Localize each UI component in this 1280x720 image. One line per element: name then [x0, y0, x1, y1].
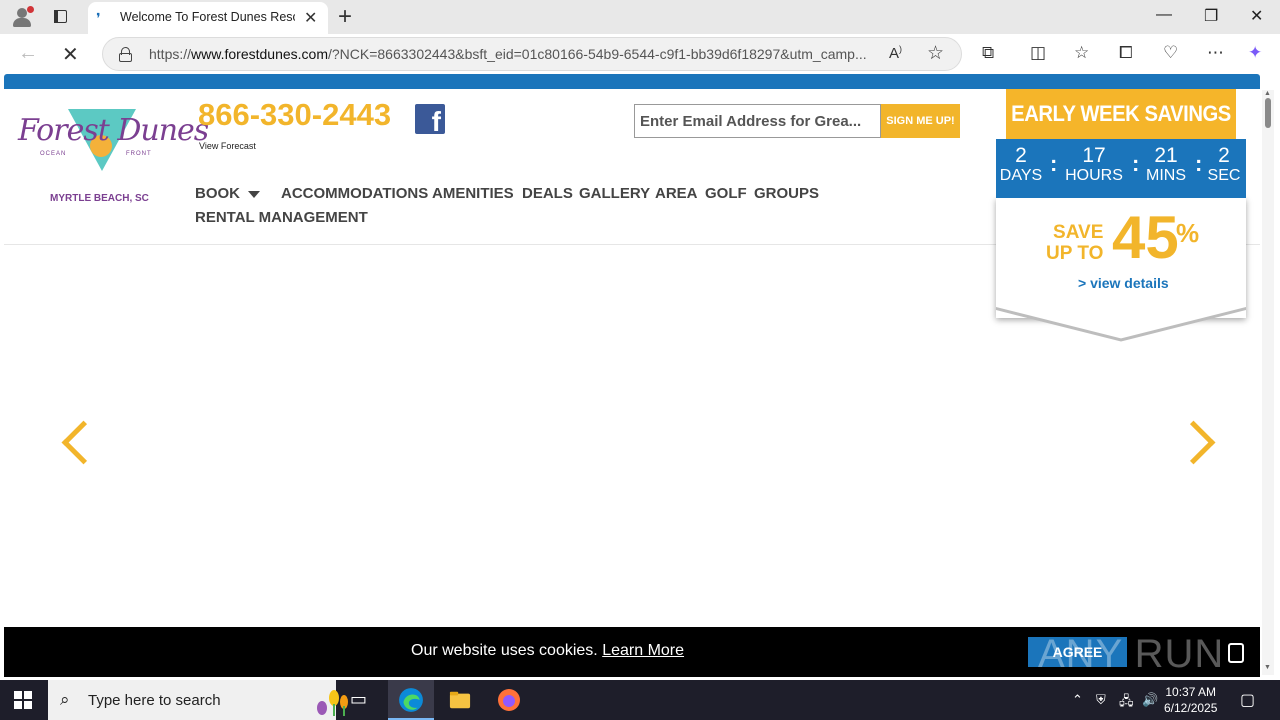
countdown-mins: 21 MINS: [1146, 144, 1186, 185]
restore-icon[interactable]: ❐: [1204, 6, 1218, 26]
logo-city-text: MYRTLE BEACH, SC: [50, 193, 149, 204]
learn-more-link[interactable]: Learn More: [602, 642, 684, 659]
scroll-down-icon[interactable]: ▼: [1264, 664, 1271, 671]
cookie-message: Our website uses cookies. Learn More: [411, 642, 685, 659]
tab-title: Welcome To Forest Dunes Resort: [120, 10, 295, 24]
nav-accommodations[interactable]: ACCOMMODATIONS: [281, 185, 428, 202]
site-favicon-icon: ❜: [96, 10, 101, 26]
show-hidden-icons-icon[interactable]: ⌃: [1072, 692, 1083, 708]
close-window-icon[interactable]: ✕: [1250, 6, 1263, 26]
browser-titlebar: ❜ Welcome To Forest Dunes Resort ✕ + — ❐…: [0, 0, 1280, 34]
nav-golf[interactable]: GOLF: [705, 185, 747, 202]
favorite-star-icon[interactable]: ☆: [927, 42, 944, 65]
windows-start-icon[interactable]: [14, 691, 32, 709]
facebook-icon[interactable]: f: [415, 104, 445, 137]
scroll-up-icon[interactable]: ▲: [1264, 90, 1271, 97]
browser-tab[interactable]: ❜ Welcome To Forest Dunes Resort ✕: [88, 2, 328, 34]
favorites-icon[interactable]: ☆: [1074, 43, 1089, 63]
edge-taskbar-button[interactable]: [388, 680, 434, 720]
trash-icon[interactable]: [1228, 643, 1244, 663]
countdown-days: 2 DAYS: [999, 144, 1043, 185]
logo-ocean-text: OCEAN: [40, 151, 67, 157]
carousel-next-icon[interactable]: [1186, 419, 1210, 461]
countdown-timer: 2 DAYS : 17 HOURS : 21 MINS : 2 SEC: [996, 139, 1246, 198]
browser-toolbar: ← ✕ https://www.forestdunes.com/?NCK=866…: [0, 34, 1280, 74]
nav-rental-management[interactable]: RENTAL MANAGEMENT: [195, 209, 368, 226]
nav-groups[interactable]: GROUPS: [754, 185, 819, 202]
tulip-decoration-icon: [317, 690, 348, 716]
read-aloud-icon[interactable]: A): [889, 44, 902, 62]
network-icon[interactable]: 🖧: [1119, 692, 1134, 714]
carousel-prev-icon[interactable]: [62, 419, 86, 461]
split-screen-icon[interactable]: ◫: [1030, 43, 1046, 63]
minimize-icon[interactable]: —: [1156, 6, 1172, 24]
phone-number[interactable]: 866-330-2443: [198, 97, 391, 133]
logo-front-text: FRONT: [126, 151, 152, 157]
back-icon[interactable]: ←: [18, 42, 38, 65]
address-bar[interactable]: https://www.forestdunes.com/?NCK=8663302…: [102, 37, 962, 71]
savings-heading: EARLY WEEK SAVINGS: [1006, 89, 1236, 139]
logo-script-text: Forest Dunes: [18, 113, 209, 148]
new-tab-icon[interactable]: +: [338, 3, 352, 31]
close-tab-icon[interactable]: ✕: [304, 8, 317, 28]
chevron-down-icon: [248, 190, 260, 198]
url-text[interactable]: https://www.forestdunes.com/?NCK=8663302…: [149, 46, 879, 62]
cookie-banner: Our website uses cookies. Learn More AGR…: [4, 627, 1260, 677]
security-tray-icon[interactable]: ⛨: [1096, 692, 1106, 708]
lock-icon[interactable]: [119, 47, 132, 62]
email-signup-input[interactable]: Enter Email Address for Grea...: [634, 104, 881, 138]
scroll-thumb[interactable]: [1265, 98, 1271, 128]
anyrun-watermark: ANY RUN: [1038, 632, 1225, 676]
discount-percent: 45: [1112, 204, 1179, 271]
collections-icon[interactable]: ⧠: [1119, 43, 1133, 63]
page-scrollbar[interactable]: ▲ ▼: [1262, 90, 1274, 675]
top-stripe: [4, 74, 1260, 89]
volume-icon[interactable]: 🔊: [1142, 692, 1158, 708]
taskbar-search-placeholder: Type here to search: [88, 692, 221, 709]
profile-icon[interactable]: [10, 5, 34, 29]
notifications-icon[interactable]: ▢: [1240, 690, 1255, 710]
countdown-hours: 17 HOURS: [1065, 144, 1123, 185]
more-options-icon[interactable]: ⋯: [1207, 43, 1224, 63]
browser-essentials-icon[interactable]: ♡: [1163, 43, 1178, 63]
nav-book[interactable]: BOOK: [195, 185, 260, 202]
file-explorer-icon[interactable]: [448, 689, 472, 711]
site-logo[interactable]: Forest Dunes OCEAN FRONT MYRTLE BEACH, S…: [18, 107, 209, 204]
firefox-icon[interactable]: [497, 688, 521, 712]
early-week-savings-widget[interactable]: EARLY WEEK SAVINGS 2 DAYS : 17 HOURS : 21 M…: [992, 89, 1246, 349]
countdown-sec: 2 SEC: [1207, 144, 1241, 185]
savings-offer: SAVE UP TO 45 % > view details: [996, 198, 1246, 328]
view-forecast-link[interactable]: View Forecast: [199, 141, 256, 151]
search-icon: ⌕: [60, 690, 70, 709]
stop-loading-icon[interactable]: ✕: [62, 42, 79, 67]
system-clock[interactable]: 10:37 AM 6/12/2025: [1164, 684, 1217, 716]
taskbar-search[interactable]: ⌕ Type here to search: [48, 680, 348, 720]
extensions-icon[interactable]: ⧉: [982, 43, 994, 63]
page-viewport: Forest Dunes OCEAN FRONT MYRTLE BEACH, S…: [0, 74, 1280, 680]
copilot-icon[interactable]: ✦: [1248, 43, 1262, 63]
task-view-icon[interactable]: ▭: [350, 689, 374, 713]
nav-amenities[interactable]: AMENITIES: [432, 185, 514, 202]
nav-deals[interactable]: DEALS: [522, 185, 573, 202]
nav-area[interactable]: AREA: [655, 185, 698, 202]
sign-me-up-button[interactable]: SIGN ME UP!: [881, 104, 960, 138]
windows-taskbar: ⌕ Type here to search ▭ ⌃ ⛨ 🖧 🔊 10:37 AM…: [0, 680, 1280, 720]
save-up-to-label: SAVE UP TO: [1046, 222, 1104, 264]
tab-actions-icon[interactable]: [48, 8, 72, 26]
edge-icon: [399, 688, 423, 712]
view-details-link[interactable]: > view details: [1078, 275, 1169, 291]
percent-sign: %: [1176, 218, 1200, 248]
nav-gallery[interactable]: GALLERY: [579, 185, 650, 202]
